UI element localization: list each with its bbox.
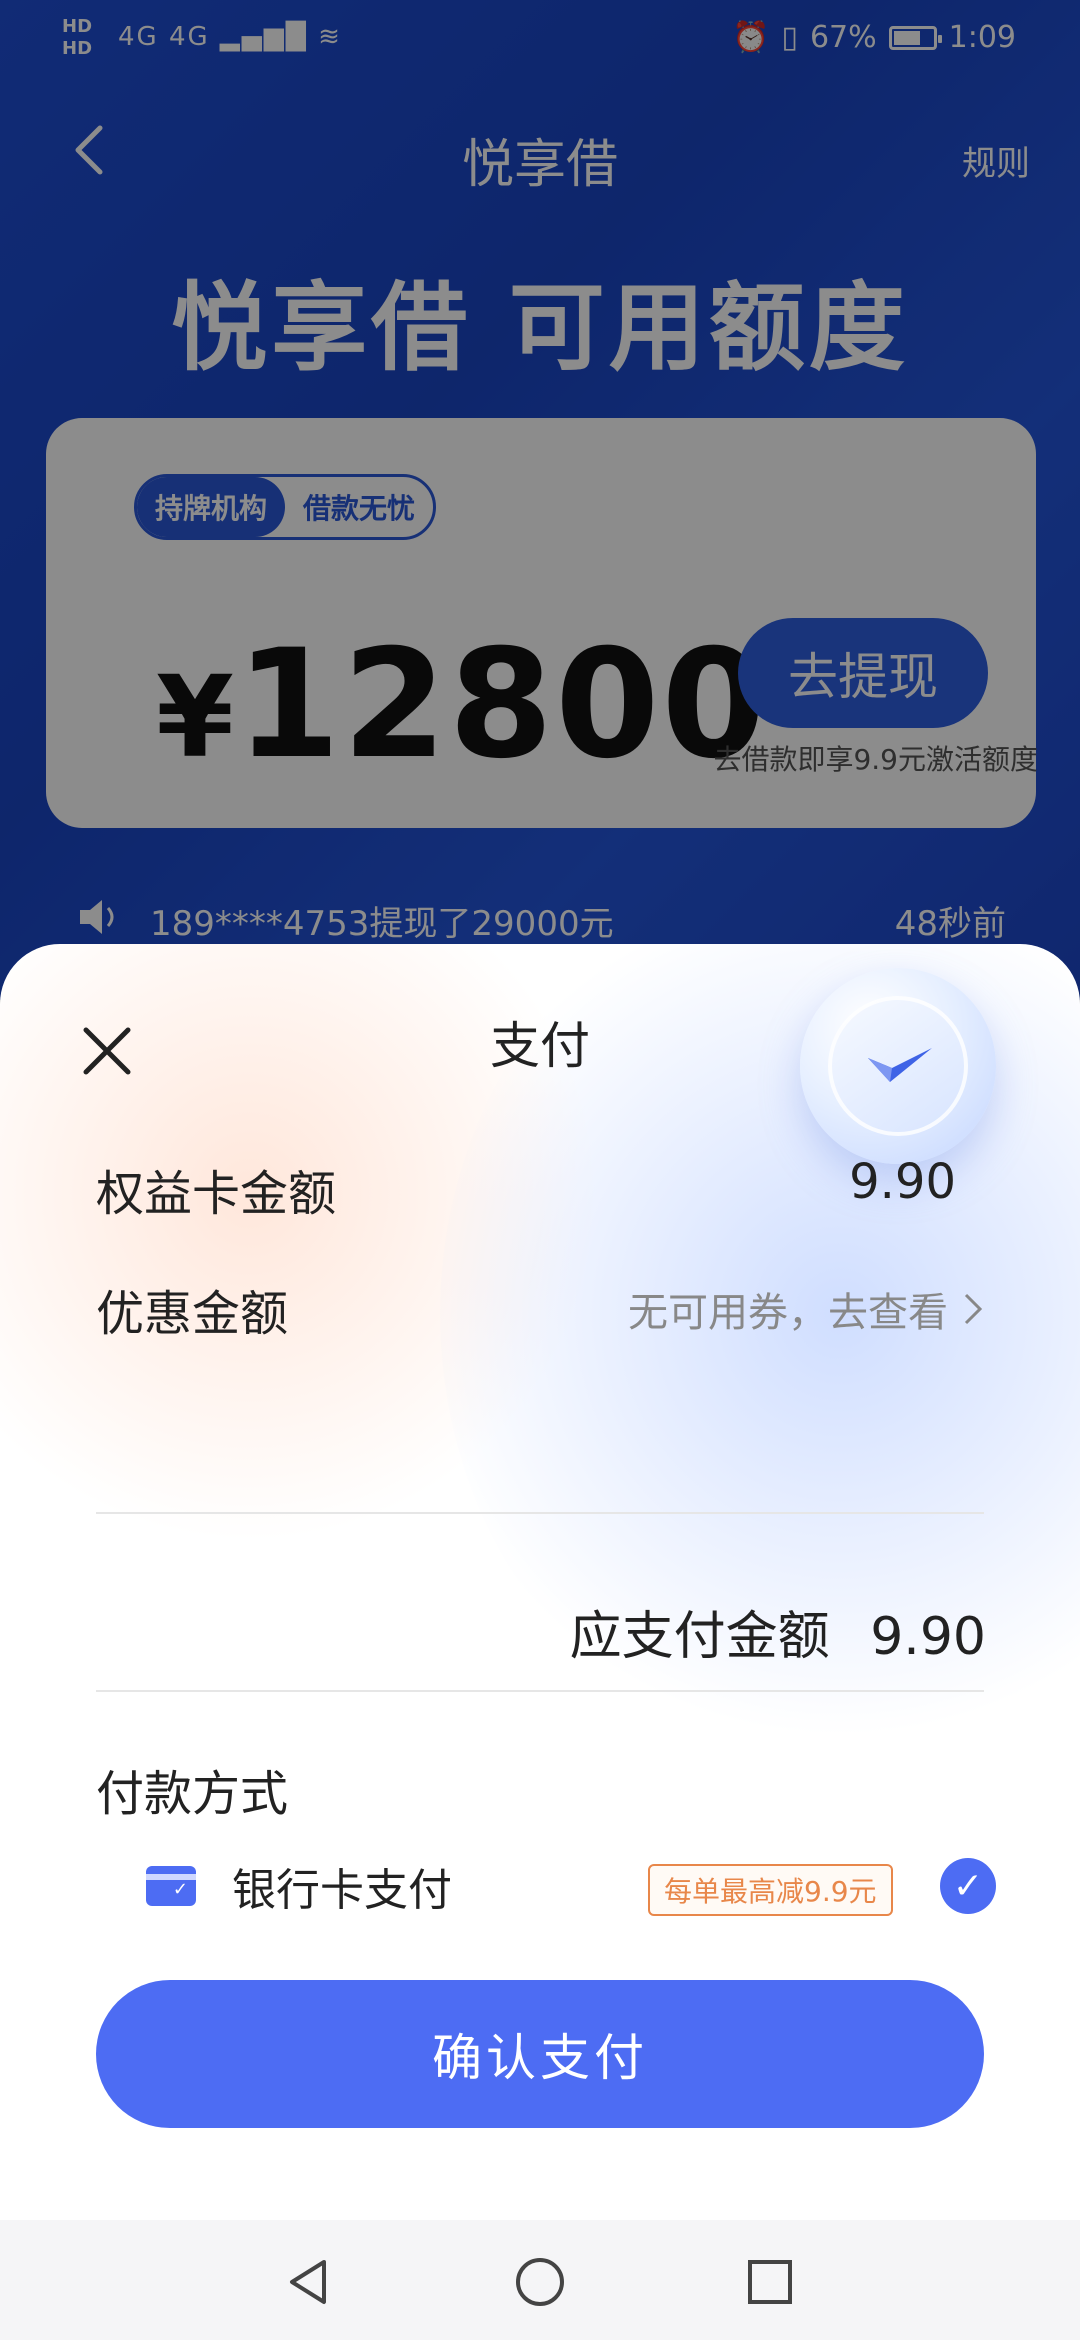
nav-home-icon[interactable] [512, 2254, 568, 2310]
bank-card-label: 银行卡支付 [232, 1865, 452, 1916]
coupon-text: 无可用券，去查看 [628, 1290, 948, 1336]
discount-label: 优惠金额 [96, 1286, 289, 1342]
payment-method-title: 付款方式 [96, 1766, 289, 1822]
bank-card-icon: ✓ [146, 1866, 196, 1906]
nav-recents-icon[interactable] [742, 2254, 798, 2310]
selected-check-icon[interactable]: ✓ [940, 1858, 996, 1914]
due-label: 应支付金额 [569, 1607, 830, 1667]
nav-back-icon[interactable] [280, 2254, 336, 2310]
divider-2 [96, 1690, 984, 1692]
system-nav-bar [0, 2220, 1080, 2340]
payment-sheet: 支付 权益卡金额 9.90 优惠金额 无可用券，去查看 应支付金额 9.90 付… [0, 944, 1080, 2340]
promo-badge: 每单最高减9.9元 [648, 1864, 893, 1916]
benefit-value: 9.90 [849, 1154, 956, 1210]
confirm-payment-button[interactable]: 确认支付 [96, 1980, 984, 2128]
divider-1 [96, 1512, 984, 1514]
due-value: 9.90 [870, 1607, 986, 1667]
benefit-label: 权益卡金额 [96, 1166, 337, 1222]
amount-due: 应支付金额 9.90 [386, 1594, 986, 1669]
coupon-link[interactable]: 无可用券，去查看 [628, 1280, 986, 1338]
payment-method-bank-card[interactable]: ✓ 银行卡支付 每单最高减9.9元 ✓ [140, 1844, 1000, 1924]
chevron-right-icon [964, 1293, 983, 1325]
checkmark-badge-icon [800, 968, 996, 1164]
